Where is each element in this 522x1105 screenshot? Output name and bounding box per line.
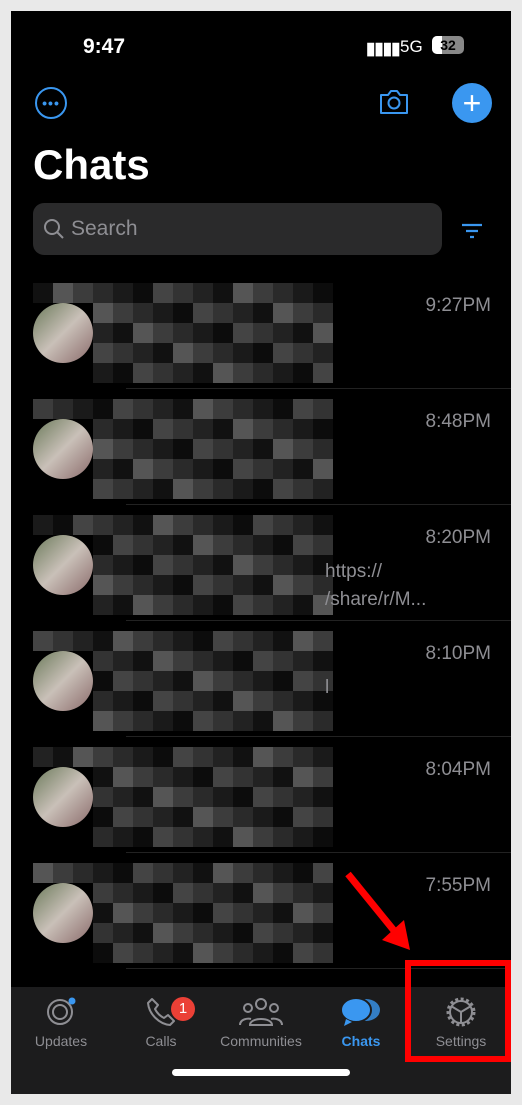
tab-communities[interactable]: Communities <box>211 995 311 1049</box>
chat-row[interactable]: 8:48PM <box>11 389 511 505</box>
chats-icon <box>340 997 380 1026</box>
chat-row[interactable]: 7:55PM <box>11 853 511 969</box>
updates-icon <box>47 997 76 1025</box>
network-type: 5G <box>400 37 423 56</box>
chat-time: 8:20PM <box>425 527 491 548</box>
chat-time: 8:48PM <box>425 411 491 432</box>
chat-snippet: https:// <box>325 561 383 582</box>
annotation-arrow-icon <box>345 871 410 950</box>
tab-chats[interactable]: Chats <box>311 995 411 1049</box>
chat-row[interactable]: 8:04PM <box>11 737 511 853</box>
chat-time: 9:27PM <box>425 295 491 316</box>
signal-icon: ▮▮▮▮ <box>366 39 400 58</box>
avatar[interactable] <box>33 535 93 595</box>
calls-badge: 1 <box>171 997 195 1021</box>
chat-row[interactable]: 8:20PM https:// /share/r/M... <box>11 505 511 621</box>
phone-screen: 9:47 ▮▮▮▮ 5G 32 ••• + Chats Search 9:27P… <box>11 11 511 1094</box>
chat-snippet: l <box>325 677 330 698</box>
new-chat-button[interactable]: + <box>452 83 492 123</box>
chat-snippet: /share/r/M... <box>325 589 427 610</box>
avatar[interactable] <box>33 883 93 943</box>
status-bar: 9:47 ▮▮▮▮ 5G 32 <box>11 11 511 71</box>
avatar[interactable] <box>33 419 93 479</box>
status-time: 9:47 <box>83 35 126 58</box>
avatar[interactable] <box>33 651 93 711</box>
search-input[interactable]: Search <box>33 203 442 255</box>
settings-highlight-box <box>405 960 511 1062</box>
chat-row[interactable]: 8:10PM l <box>11 621 511 737</box>
tab-calls[interactable]: Calls 1 <box>111 995 211 1049</box>
more-options-button[interactable]: ••• <box>35 87 67 119</box>
page-title: Chats <box>33 141 150 188</box>
chat-time: 7:55PM <box>425 875 491 896</box>
battery-icon: 32 <box>432 36 464 54</box>
chat-time: 8:10PM <box>425 643 491 664</box>
search-placeholder: Search <box>71 217 138 240</box>
filter-icon[interactable] <box>461 223 483 239</box>
chat-time: 8:04PM <box>425 759 491 780</box>
communities-icon <box>239 998 283 1026</box>
tab-updates[interactable]: Updates <box>11 995 111 1049</box>
home-indicator[interactable] <box>172 1069 350 1076</box>
avatar[interactable] <box>33 767 93 827</box>
avatar[interactable] <box>33 303 93 363</box>
search-icon <box>44 219 64 239</box>
chat-row[interactable]: 9:27PM <box>11 273 511 389</box>
camera-icon[interactable] <box>378 89 410 115</box>
